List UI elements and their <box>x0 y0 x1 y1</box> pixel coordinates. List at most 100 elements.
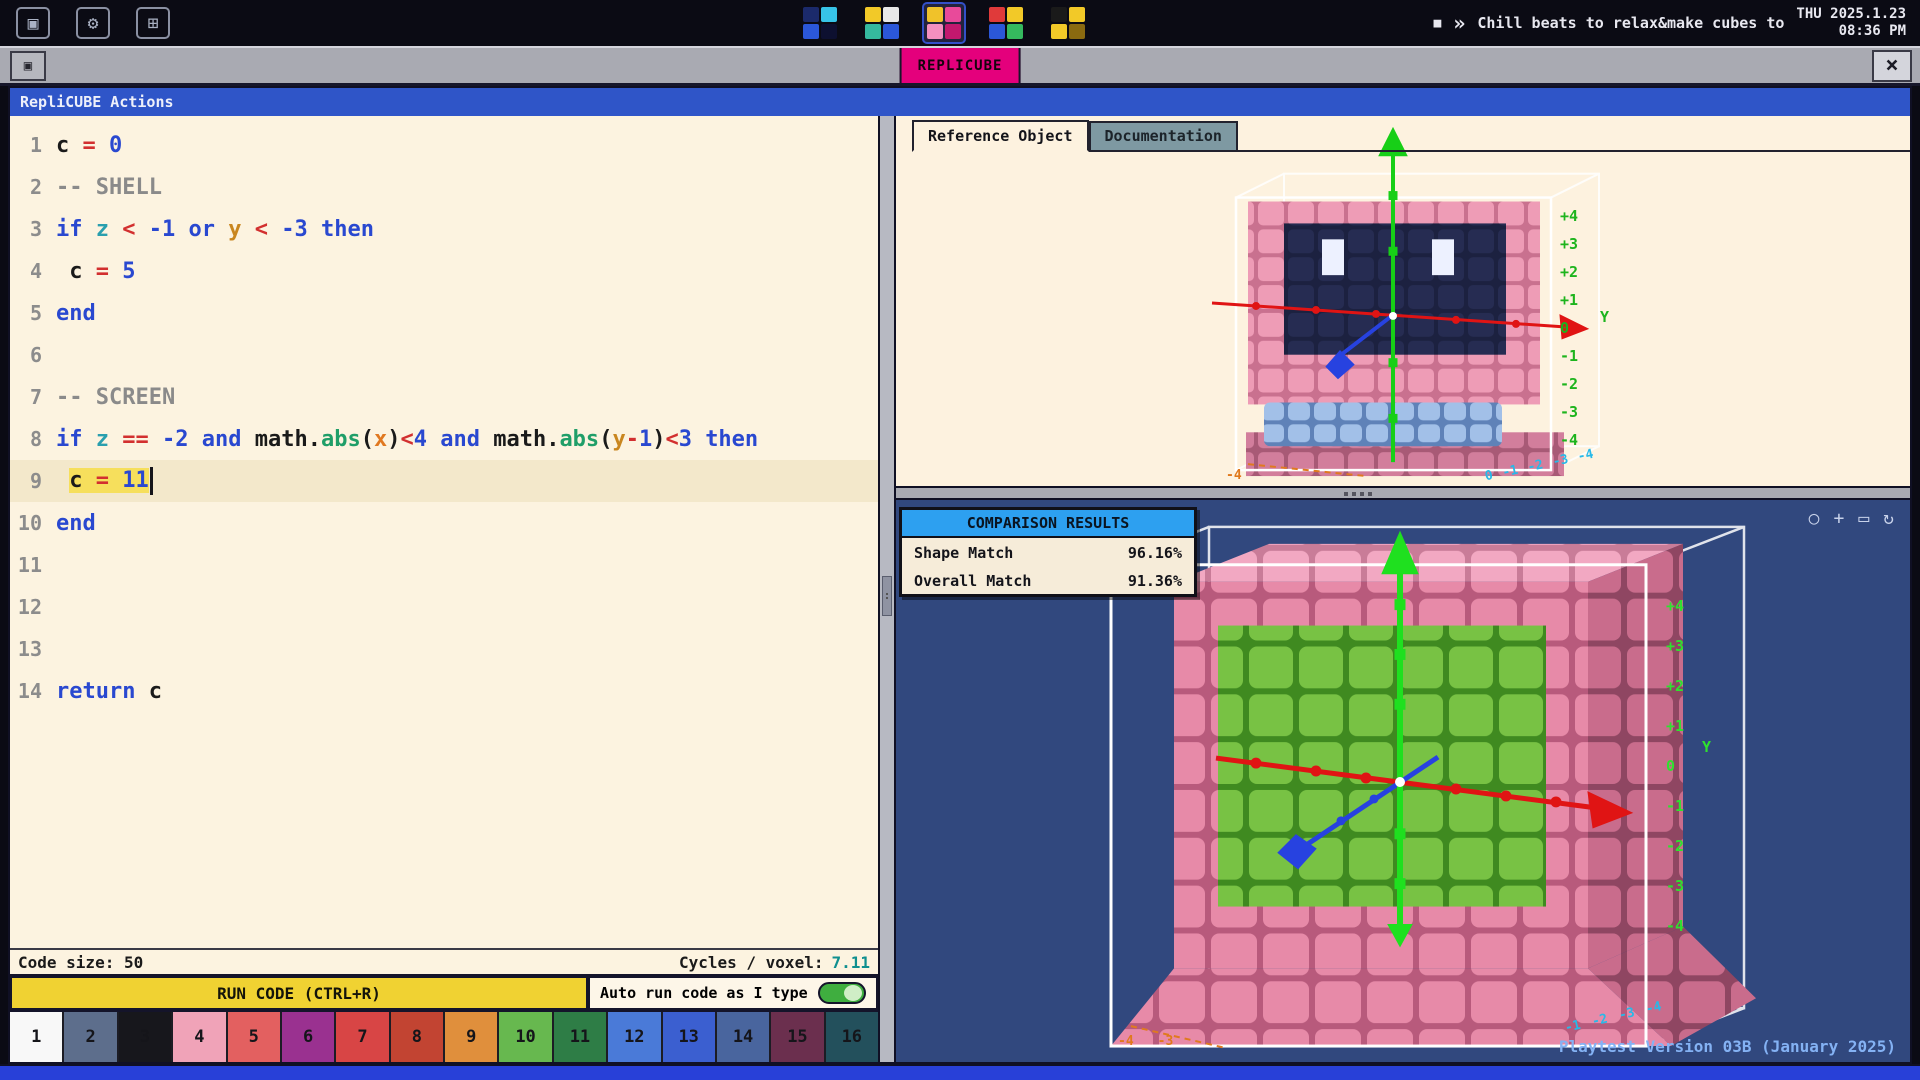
code-line[interactable]: 5end <box>10 292 878 334</box>
toggle-knob <box>844 985 862 1001</box>
axis-tick: -4 <box>1666 906 1684 946</box>
panel-divider[interactable] <box>896 488 1910 500</box>
code-text: end <box>56 511 96 536</box>
comparison-label: Overall Match <box>914 572 1031 590</box>
editor-status-bar: Code size: 50 Cycles / voxel:7.11 <box>10 948 878 974</box>
code-line[interactable]: 8if z == -2 and math.abs(x)<4 and math.a… <box>10 418 878 460</box>
axis-tick: -4 <box>1226 468 1242 483</box>
palette-color-3[interactable]: 3 <box>119 1012 173 1062</box>
window-header: RepliCUBE Actions <box>10 88 1910 116</box>
voxel-build-model <box>1111 544 1756 1046</box>
origin-dot <box>1389 312 1397 320</box>
window-header-title: RepliCUBE Actions <box>20 93 174 111</box>
code-line[interactable]: 6 <box>10 334 878 376</box>
reference-y-ticks: +4+3+2+10-1-2-3-4 <box>1560 202 1578 454</box>
reference-y-axis-letter: Y <box>1600 308 1609 326</box>
panel-icon[interactable]: ▭ <box>1858 508 1869 530</box>
palette-color-16[interactable]: 16 <box>826 1012 878 1062</box>
run-code-button[interactable]: RUN CODE (CTRL+R) <box>10 976 588 1010</box>
window-icon[interactable]: ▣ <box>16 7 50 39</box>
reference-tabs: Reference ObjectDocumentation <box>912 120 1910 152</box>
code-line[interactable]: 11 <box>10 544 878 586</box>
replicube-app-icon[interactable] <box>924 4 964 42</box>
comparison-value: 91.36% <box>1128 572 1182 590</box>
window-menu-button[interactable]: ▣ <box>10 51 46 81</box>
cube-pair-app-icon[interactable] <box>1048 4 1088 42</box>
axis-tick: +1 <box>1666 706 1684 746</box>
cube-stack-app-icon[interactable] <box>862 4 902 42</box>
music-stop-icon[interactable]: ■ <box>1434 16 1442 31</box>
comparison-body: Shape Match96.16% Overall Match 91.36% <box>902 538 1194 594</box>
axis-tick: +4 <box>1560 202 1578 230</box>
palette-color-8[interactable]: 8 <box>391 1012 445 1062</box>
line-number: 3 <box>10 217 56 241</box>
taskbar-status-area: ■ » Chill beats to relax&make cubes to T… <box>1434 6 1920 40</box>
window-title-tab[interactable]: REPLICUBE <box>900 48 1021 83</box>
palette-color-12[interactable]: 12 <box>608 1012 662 1062</box>
printer-app-icon[interactable] <box>800 4 840 42</box>
palette-color-5[interactable]: 5 <box>228 1012 282 1062</box>
code-line[interactable]: 3if z < -1 or y < -3 then <box>10 208 878 250</box>
build-panel: COMPARISON RESULTS Shape Match96.16%Over… <box>896 500 1910 1062</box>
color-grid-app-icon[interactable] <box>986 4 1026 42</box>
palette-color-7[interactable]: 7 <box>336 1012 390 1062</box>
palette-color-2[interactable]: 2 <box>64 1012 118 1062</box>
add-window-icon[interactable]: ⊞ <box>136 7 170 39</box>
code-line[interactable]: 1c = 0 <box>10 124 878 166</box>
code-text: c = 5 <box>56 259 136 284</box>
code-line[interactable]: 7-- SCREEN <box>10 376 878 418</box>
close-button[interactable]: × <box>1872 50 1912 82</box>
tab-reference-object[interactable]: Reference Object <box>912 120 1089 152</box>
axis-tick: +3 <box>1666 626 1684 666</box>
axis-tick: +2 <box>1560 258 1578 286</box>
build-x-ticks: -4-3 <box>1118 1034 1173 1049</box>
code-lines[interactable]: 1c = 02-- SHELL3if z < -1 or y < -3 then… <box>10 116 878 948</box>
cycles-value: 7.11 <box>831 953 870 972</box>
code-line[interactable]: 13 <box>10 628 878 670</box>
palette-color-6[interactable]: 6 <box>282 1012 336 1062</box>
palette-color-13[interactable]: 13 <box>663 1012 717 1062</box>
palette-color-11[interactable]: 11 <box>554 1012 608 1062</box>
line-number: 9 <box>10 469 56 493</box>
palette-color-9[interactable]: 9 <box>445 1012 499 1062</box>
code-line[interactable]: 14return c <box>10 670 878 712</box>
circle-select-icon[interactable]: ○ <box>1809 508 1820 530</box>
code-line[interactable]: 9 c = 11 <box>10 460 878 502</box>
origin-dot <box>1395 777 1405 787</box>
clock-time: 08:36 PM <box>1796 23 1906 40</box>
axis-tick: -2 <box>1666 826 1684 866</box>
palette-color-4[interactable]: 4 <box>173 1012 227 1062</box>
reference-3d-view[interactable] <box>896 116 1910 486</box>
line-number: 11 <box>10 553 56 577</box>
palette-color-15[interactable]: 15 <box>771 1012 825 1062</box>
line-number: 5 <box>10 301 56 325</box>
autorun-toggle[interactable] <box>818 982 866 1004</box>
code-line[interactable]: 12 <box>10 586 878 628</box>
refresh-icon[interactable]: ↻ <box>1883 508 1894 530</box>
code-text: end <box>56 301 96 326</box>
music-skip-icon[interactable]: » <box>1453 11 1465 35</box>
comparison-value: 96.16% <box>1128 544 1182 562</box>
replicube-window: RepliCUBE Actions 1c = 02-- SHELL3if z <… <box>8 86 1912 1064</box>
axis-tick: -1 <box>1666 786 1684 826</box>
code-text: if z < -1 or y < -3 then <box>56 217 374 242</box>
crosshair-icon[interactable]: + <box>1833 508 1844 530</box>
version-label: Playtest Version 03B (January 2025) <box>1559 1037 1896 1056</box>
palette-color-14[interactable]: 14 <box>717 1012 771 1062</box>
line-number: 2 <box>10 175 56 199</box>
code-text: -- SCREEN <box>56 385 175 410</box>
axis-tick: 0 <box>1666 746 1684 786</box>
comparison-row: Shape Match96.16% <box>902 538 1194 566</box>
palette-color-10[interactable]: 10 <box>499 1012 553 1062</box>
window-body: 1c = 02-- SHELL3if z < -1 or y < -3 then… <box>10 116 1910 1062</box>
code-line[interactable]: 4 c = 5 <box>10 250 878 292</box>
tab-documentation[interactable]: Documentation <box>1089 121 1238 152</box>
code-line[interactable]: 10end <box>10 502 878 544</box>
gear-icon[interactable]: ⚙ <box>76 7 110 39</box>
axis-tick: -4 <box>1118 1034 1134 1049</box>
scrollbar-thumb[interactable] <box>882 576 892 616</box>
vertical-scrollbar[interactable] <box>880 116 896 1062</box>
code-size-label: Code size: 50 <box>18 953 143 972</box>
palette-color-1[interactable]: 1 <box>10 1012 64 1062</box>
code-line[interactable]: 2-- SHELL <box>10 166 878 208</box>
